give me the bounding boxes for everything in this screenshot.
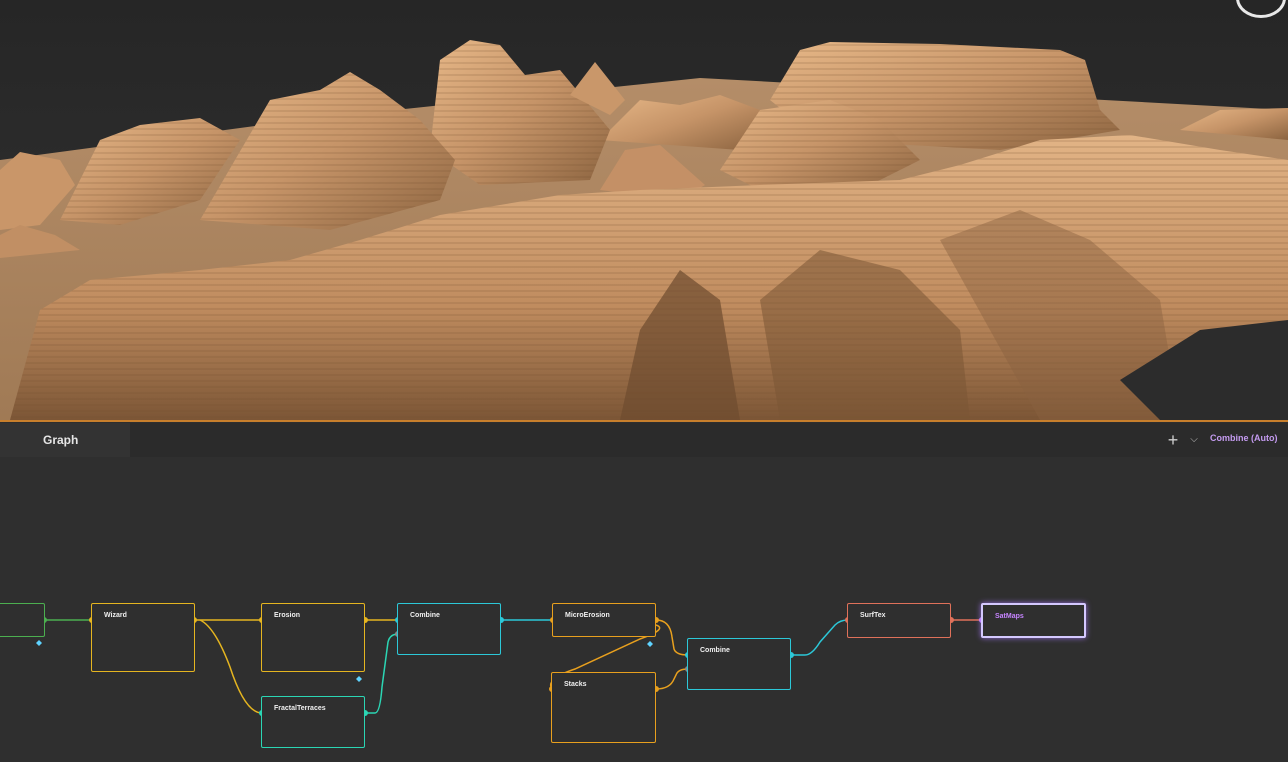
- terrain-viewport[interactable]: [0, 0, 1288, 422]
- tab-graph[interactable]: Graph: [0, 423, 130, 457]
- tab-graph-label: Graph: [43, 433, 79, 447]
- node-erosion[interactable]: Erosion: [261, 603, 365, 672]
- marker-icon: [36, 640, 42, 646]
- node-combine-2[interactable]: Combine: [687, 638, 791, 690]
- node-title: Erosion: [274, 612, 301, 619]
- node-graph-canvas[interactable]: Wizard Erosion FractalTerraces Combine M…: [0, 457, 1288, 762]
- node-title: MicroErosion: [565, 612, 610, 619]
- node-title: SatMaps: [995, 613, 1024, 620]
- wire-fractal-combine1: [365, 633, 399, 714]
- viewport-divider[interactable]: [0, 420, 1288, 422]
- active-node-label[interactable]: Combine (Auto): [1210, 433, 1278, 443]
- node-combine[interactable]: Combine: [397, 603, 501, 655]
- node-title: Stacks: [564, 681, 587, 688]
- node-title: SurfTex: [860, 612, 886, 619]
- node-satmaps[interactable]: SatMaps: [981, 603, 1086, 638]
- wire-micro-combine2: [655, 619, 689, 656]
- node-input[interactable]: [0, 603, 45, 637]
- node-stacks[interactable]: Stacks: [551, 672, 656, 743]
- terrain-render: [0, 0, 1288, 422]
- wire-wizard-fractal: [199, 619, 263, 714]
- plus-icon[interactable]: +: [1165, 431, 1181, 449]
- graph-panel-header: Graph + ⌵ Combine (Auto): [0, 423, 1288, 457]
- node-microerosion[interactable]: MicroErosion: [552, 603, 656, 637]
- wire-stacks-combine2: [655, 668, 689, 690]
- node-title: Combine: [700, 647, 730, 654]
- node-fractalterraces[interactable]: FractalTerraces: [261, 696, 365, 748]
- node-title: FractalTerraces: [274, 705, 326, 712]
- node-wizard[interactable]: Wizard: [91, 603, 195, 672]
- marker-icon: [647, 641, 653, 647]
- node-title: Wizard: [104, 612, 127, 619]
- marker-icon: [356, 676, 362, 682]
- node-title: Combine: [410, 612, 440, 619]
- node-surftex[interactable]: SurfTex: [847, 603, 951, 638]
- wire-combine2-surftex: [791, 619, 849, 656]
- chevron-down-icon[interactable]: ⌵: [1188, 432, 1200, 448]
